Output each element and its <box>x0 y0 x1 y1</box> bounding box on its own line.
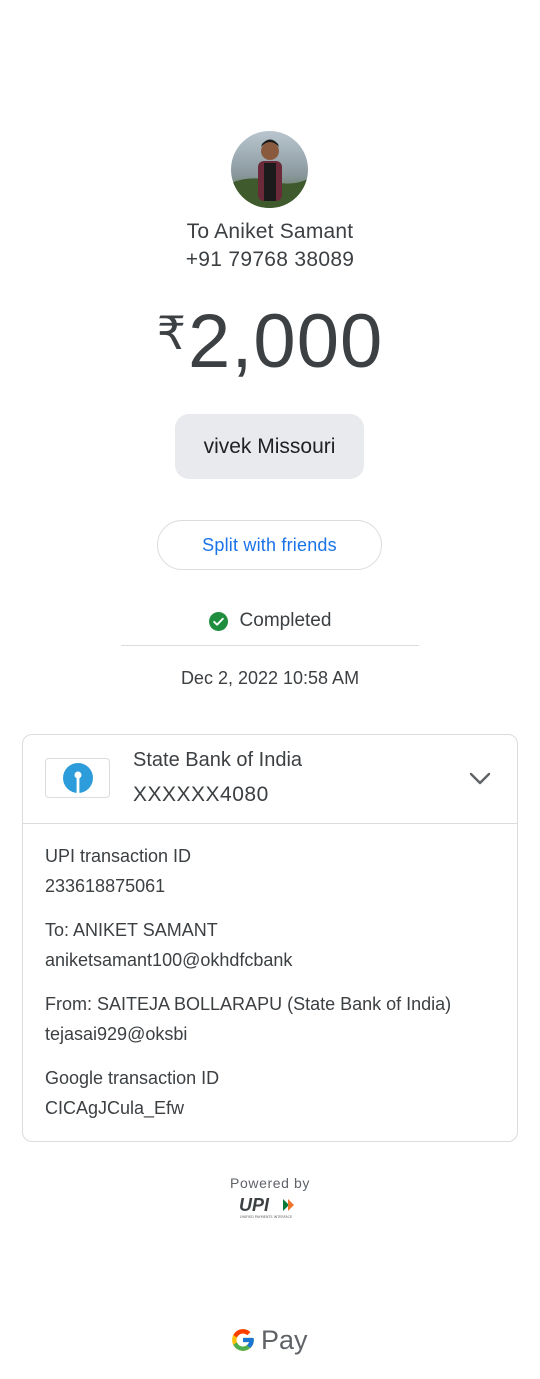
google-transaction-id-value: CICAgJCula_Efw <box>45 1098 185 1118</box>
status-text: Completed <box>239 610 332 631</box>
bank-name: State Bank of India <box>133 749 303 771</box>
to-label: To: ANIKET SAMANT <box>45 920 218 940</box>
google-pay-logo: Pay <box>230 1322 308 1358</box>
to-upi-id: aniketsamant100@okhdfcbank <box>45 950 293 970</box>
upi-tagline: UNIFIED PAYMENTS INTERFACE <box>240 1215 292 1219</box>
payee-name: To Aniket Samant <box>186 220 354 243</box>
upi-transaction-id-label: UPI transaction ID <box>45 846 192 866</box>
currency-symbol: ₹ <box>156 307 187 359</box>
upi-transaction-id-value: 233618875061 <box>45 876 166 896</box>
account-number: XXXXXX4080 <box>133 783 269 806</box>
payee-phone: +91 79768 38089 <box>185 248 355 271</box>
payee-avatar <box>231 131 308 208</box>
amount-value: 2,000 <box>188 299 384 384</box>
status-row: Completed <box>0 610 540 632</box>
from-label: From: SAITEJA BOLLARAPU (State Bank of I… <box>45 994 452 1014</box>
chevron-down-icon[interactable] <box>468 769 492 787</box>
transaction-date: Dec 2, 2022 10:58 AM <box>180 668 360 688</box>
bank-account-header[interactable]: State Bank of India XXXXXX4080 <box>23 735 517 824</box>
google-transaction-id-label: Google transaction ID <box>45 1068 220 1088</box>
google-g-icon <box>232 1329 254 1351</box>
split-with-friends-button[interactable]: Split with friends <box>157 520 382 570</box>
upi-logo-text: UPI <box>239 1196 270 1215</box>
upi-logo: UPI UNIFIED PAYMENTS INTERFACE <box>239 1196 294 1219</box>
check-circle-icon <box>208 611 228 631</box>
transaction-details-card: State Bank of India XXXXXX4080 UPI trans… <box>22 734 518 1142</box>
payment-note: vivek Missouri <box>175 414 364 479</box>
google-pay-text: Pay <box>261 1324 308 1355</box>
powered-by-text: Powered by <box>230 1175 310 1191</box>
bank-logo <box>45 758 110 798</box>
sbi-logo-icon <box>62 763 93 793</box>
from-upi-id: tejasai929@oksbi <box>45 1024 188 1044</box>
payment-amount: ₹2,000 <box>0 298 540 385</box>
divider <box>121 645 419 646</box>
